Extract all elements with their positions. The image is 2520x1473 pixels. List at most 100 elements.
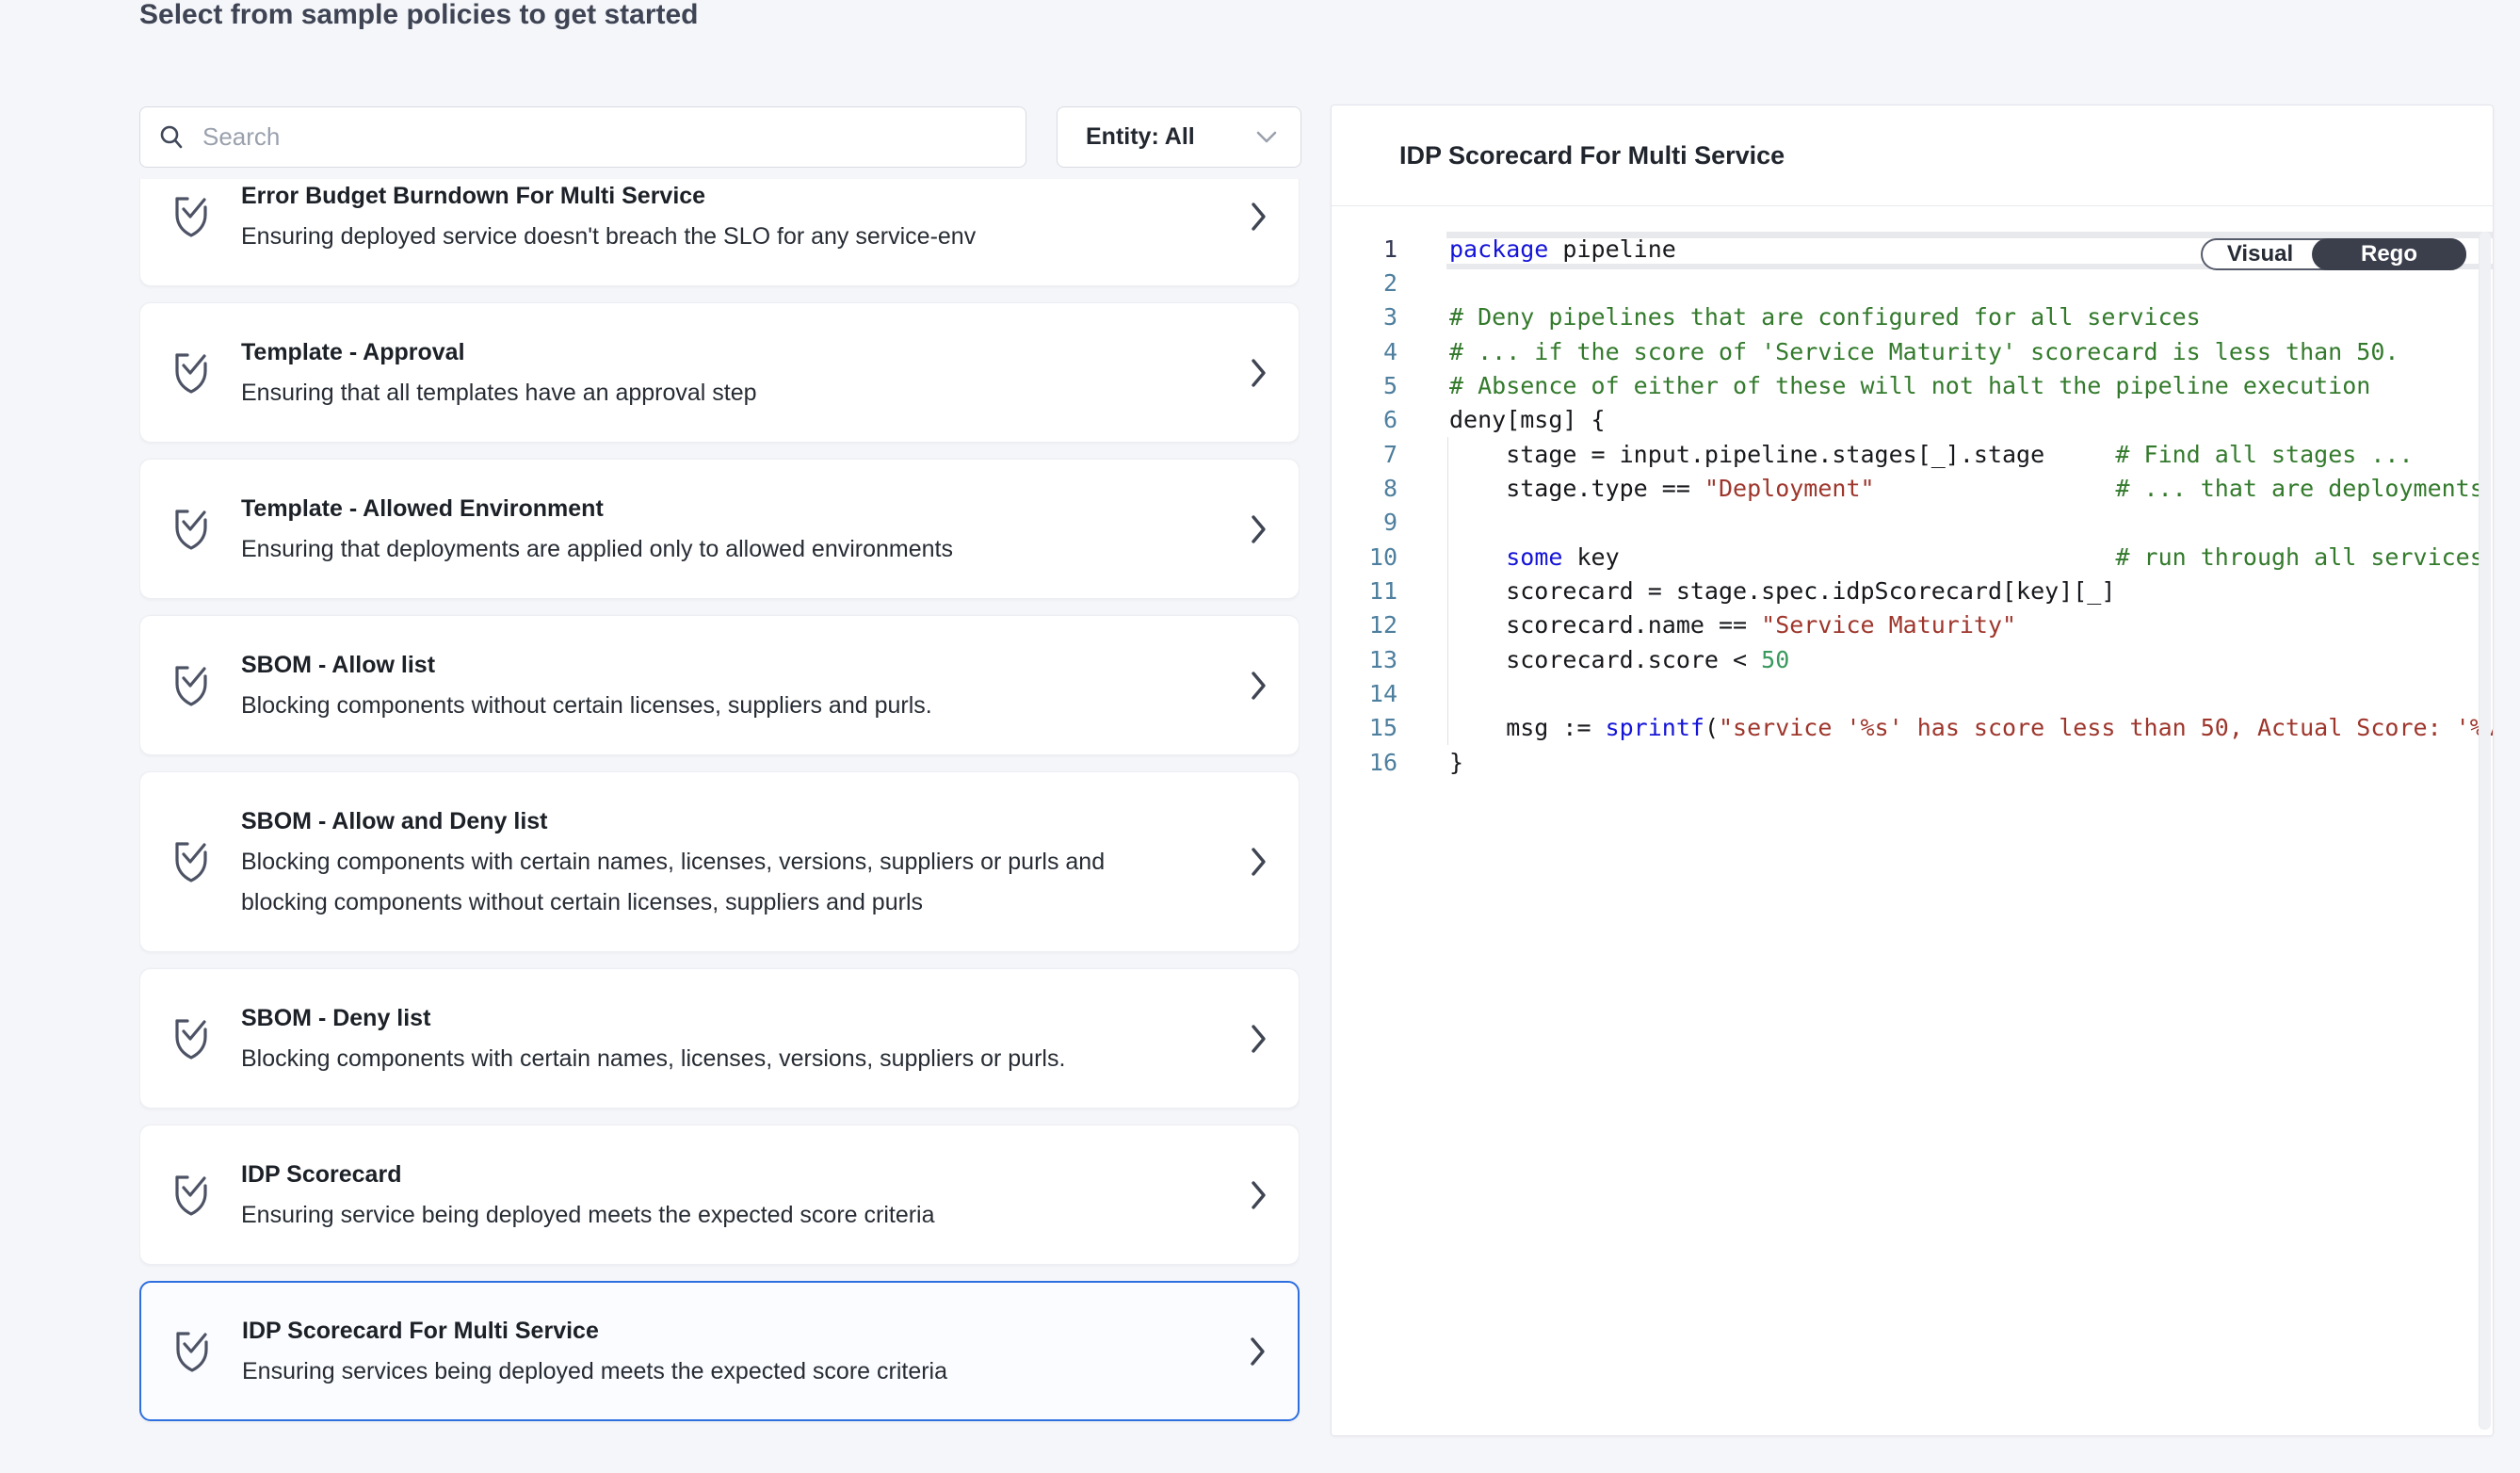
code-line: 11 scorecard = stage.spec.idpScorecard[k… bbox=[1332, 574, 2493, 607]
code-line: 6 deny[msg] { bbox=[1332, 403, 2493, 437]
code-text: msg := sprintf("service '%s' has score l… bbox=[1397, 714, 2494, 741]
page-title: Select from sample policies to get start… bbox=[139, 0, 699, 34]
shield-check-icon bbox=[170, 349, 213, 397]
code-token: package bbox=[1449, 235, 1548, 263]
shield-check-icon bbox=[170, 838, 213, 885]
policy-card[interactable]: Error Budget Burndown For Multi ServiceE… bbox=[139, 179, 1300, 286]
line-number: 2 bbox=[1332, 269, 1397, 297]
policy-card[interactable]: SBOM - Allow and Deny listBlocking compo… bbox=[139, 771, 1300, 952]
preview-title: IDP Scorecard For Multi Service bbox=[1399, 141, 1785, 170]
line-number: 1 bbox=[1332, 235, 1397, 263]
code-editor[interactable]: 1package pipeline23# Deny pipelines that… bbox=[1332, 206, 2493, 1435]
code-line: 2 bbox=[1332, 266, 2493, 299]
policy-card[interactable]: SBOM - Deny listBlocking components with… bbox=[139, 968, 1300, 1109]
policy-chevron-col bbox=[1231, 1178, 1268, 1212]
code-token bbox=[1449, 543, 1506, 571]
policy-preview-panel: IDP Scorecard For Multi Service 1 package… bbox=[1331, 105, 2494, 1436]
policy-description: Ensuring service being deployed meets th… bbox=[241, 1195, 1131, 1236]
policy-chevron-col bbox=[1231, 845, 1268, 879]
code-token: ( bbox=[1704, 714, 1719, 741]
line-number: 15 bbox=[1332, 714, 1397, 741]
chevron-right-icon bbox=[1249, 1335, 1268, 1368]
policy-card[interactable]: Template - ApprovalEnsuring that all tem… bbox=[139, 302, 1300, 443]
code-line: 10 some key # run through all services bbox=[1332, 540, 2493, 574]
code-token: scorecard.score < bbox=[1449, 646, 1761, 673]
entity-filter-dropdown[interactable]: Entity: All bbox=[1057, 106, 1301, 168]
policy-text: SBOM - Allow and Deny listBlocking compo… bbox=[241, 801, 1131, 923]
shield-check-icon bbox=[170, 506, 213, 553]
policy-card[interactable]: IDP ScorecardEnsuring service being depl… bbox=[139, 1125, 1300, 1265]
line-number: 11 bbox=[1332, 577, 1397, 605]
code-line: 7 stage = input.pipeline.stages[_].stage… bbox=[1332, 437, 2493, 471]
search-icon bbox=[157, 123, 186, 152]
policy-card[interactable]: Template - Allowed EnvironmentEnsuring t… bbox=[139, 459, 1300, 599]
code-line: 14 bbox=[1332, 676, 2493, 710]
policy-title: Template - Approval bbox=[241, 332, 1131, 373]
code-text: stage.type == "Deployment" # ... that ar… bbox=[1397, 475, 2484, 502]
shield-check-icon bbox=[170, 193, 213, 240]
chevron-right-icon bbox=[1250, 356, 1268, 390]
chevron-down-icon bbox=[1255, 130, 1278, 145]
policy-chevron-col bbox=[1231, 356, 1268, 390]
tab-visual[interactable]: Visual bbox=[2203, 240, 2318, 268]
line-number: 4 bbox=[1332, 338, 1397, 365]
policy-title: IDP Scorecard bbox=[241, 1154, 1131, 1195]
policy-text: Template - Allowed EnvironmentEnsuring t… bbox=[241, 488, 1131, 570]
policy-card[interactable]: SBOM - Allow listBlocking components wit… bbox=[139, 615, 1300, 755]
policy-icon-col bbox=[140, 1172, 241, 1219]
code-token: # Deny pipelines that are configured for… bbox=[1449, 303, 2201, 331]
policy-description: Ensuring that all templates have an appr… bbox=[241, 373, 1131, 413]
code-token: "Service Maturity" bbox=[1761, 611, 2016, 639]
code-text: } bbox=[1397, 749, 1463, 776]
code-token: # run through all services bbox=[2115, 543, 2483, 571]
code-line: 9 bbox=[1332, 506, 2493, 540]
code-token: scorecard.name == bbox=[1449, 611, 1761, 639]
code-text: scorecard.name == "Service Maturity" bbox=[1397, 611, 2016, 639]
policy-card[interactable]: IDP Scorecard For Multi ServiceEnsuring … bbox=[139, 1281, 1300, 1421]
code-line: 15 msg := sprintf("service '%s' has scor… bbox=[1332, 711, 2493, 745]
policy-icon-col bbox=[140, 193, 241, 240]
code-line: 12 scorecard.name == "Service Maturity" bbox=[1332, 608, 2493, 642]
code-token: some bbox=[1506, 543, 1562, 571]
policy-text: Template - ApprovalEnsuring that all tem… bbox=[241, 332, 1131, 413]
code-token: } bbox=[1449, 749, 1463, 776]
policy-chevron-col bbox=[1231, 200, 1268, 234]
code-token: sprintf bbox=[1606, 714, 1704, 741]
policy-chevron-col bbox=[1231, 512, 1268, 546]
shield-check-icon bbox=[170, 662, 213, 709]
code-token: key bbox=[1562, 543, 2115, 571]
chevron-right-icon bbox=[1250, 512, 1268, 546]
policy-list: Error Budget Burndown For Multi ServiceE… bbox=[139, 179, 1300, 1444]
code-line: 3# Deny pipelines that are configured fo… bbox=[1332, 300, 2493, 334]
chevron-right-icon bbox=[1250, 1178, 1268, 1212]
policy-title: SBOM - Deny list bbox=[241, 997, 1131, 1039]
chevron-right-icon bbox=[1250, 200, 1268, 234]
line-number: 5 bbox=[1332, 372, 1397, 399]
policy-text: IDP ScorecardEnsuring service being depl… bbox=[241, 1154, 1131, 1236]
line-number: 6 bbox=[1332, 406, 1397, 433]
policy-title: SBOM - Allow and Deny list bbox=[241, 801, 1131, 842]
policy-text: IDP Scorecard For Multi ServiceEnsuring … bbox=[242, 1310, 1132, 1392]
vertical-scrollbar[interactable] bbox=[2479, 232, 2491, 1430]
shield-check-icon bbox=[170, 1172, 213, 1219]
code-token: "service '%s' has score less than 50, Ac… bbox=[1719, 714, 2494, 741]
code-token bbox=[1875, 475, 2116, 502]
code-text: # Absence of either of these will not ha… bbox=[1397, 372, 2370, 399]
policy-icon-col bbox=[140, 349, 241, 397]
code-text: deny[msg] { bbox=[1397, 406, 1606, 433]
policy-chevron-col bbox=[1230, 1335, 1268, 1368]
search-input[interactable] bbox=[201, 121, 1009, 153]
shield-check-icon bbox=[170, 1328, 214, 1375]
line-number: 13 bbox=[1332, 646, 1397, 673]
policy-icon-col bbox=[140, 838, 241, 885]
code-token: # ... if the score of 'Service Maturity'… bbox=[1449, 338, 2399, 365]
search-box[interactable] bbox=[139, 106, 1026, 168]
tab-rego[interactable]: Rego bbox=[2312, 238, 2466, 270]
shield-check-icon bbox=[170, 1015, 213, 1062]
policy-description: Ensuring that deployments are applied on… bbox=[241, 529, 1131, 570]
chevron-right-icon bbox=[1250, 845, 1268, 879]
code-token: deny[msg] { bbox=[1449, 406, 1606, 433]
code-line: 13 scorecard.score < 50 bbox=[1332, 642, 2493, 676]
code-token: stage.type == bbox=[1449, 475, 1704, 502]
code-text: # Deny pipelines that are configured for… bbox=[1397, 303, 2201, 331]
